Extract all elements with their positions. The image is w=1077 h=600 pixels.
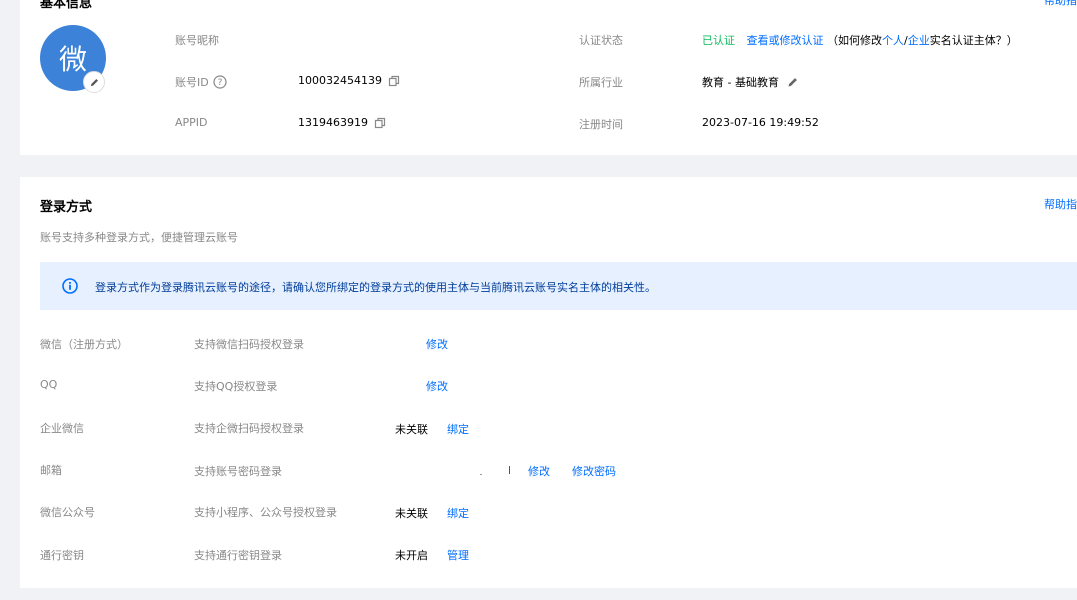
login-methods-card: 登录方式 帮助指 账号支持多种登录方式，便捷管理云账号 登录方式作为登录腾讯云账… <box>20 177 1077 588</box>
login-method-name: QQ <box>40 378 58 391</box>
login-method-name: 企业微信 <box>40 422 84 435</box>
auth-status-row: 已认证 查看或修改认证 （如何修改个人/企业实名认证主体？） <box>702 32 1018 48</box>
help-link[interactable]: 帮助指 <box>1044 0 1077 8</box>
info-notice: 登录方式作为登录腾讯云账号的途径，请确认您所绑定的登录方式的使用主体与当前腾讯云… <box>40 262 1077 310</box>
svg-text:?: ? <box>217 78 222 88</box>
pencil-icon[interactable] <box>787 76 799 88</box>
auth-status-label: 认证状态 <box>579 34 623 47</box>
masked-email-bar <box>509 466 510 474</box>
modify-button[interactable]: 修改 <box>528 463 550 479</box>
login-method-name: 通行密钥 <box>40 549 84 562</box>
industry-row: 教育 - 基础教育 <box>702 74 799 90</box>
login-method-desc: 支持通行密钥登录 <box>194 549 282 562</box>
view-modify-auth-link[interactable]: 查看或修改认证 <box>747 34 824 47</box>
appid-label: APPID <box>175 116 208 129</box>
section-title-basic-info: 基本信息 <box>40 0 93 11</box>
help-link[interactable]: 帮助指 <box>1044 196 1077 212</box>
pencil-icon <box>90 78 98 86</box>
modify-password-button[interactable]: 修改密码 <box>572 463 616 479</box>
info-icon <box>62 278 78 294</box>
login-method-desc: 支持小程序、公众号授权登录 <box>194 506 337 519</box>
login-method-desc: 支持企微扫码授权登录 <box>194 422 304 435</box>
avatar-char: 微 <box>58 43 87 76</box>
basic-info-card: 基本信息 帮助指 微 账号昵称 账号ID ? 100032454139 APPI… <box>20 0 1077 155</box>
edit-avatar-button[interactable] <box>83 71 105 93</box>
reg-time-label: 注册时间 <box>579 118 623 131</box>
industry-label: 所属行业 <box>579 76 623 89</box>
nickname-label: 账号昵称 <box>175 34 219 47</box>
login-method-desc: 支持账号密码登录 <box>194 465 282 478</box>
manage-button[interactable]: 管理 <box>447 547 469 563</box>
bind-button[interactable]: 绑定 <box>447 421 469 437</box>
login-subtitle: 账号支持多种登录方式，便捷管理云账号 <box>40 231 238 244</box>
industry-value: 教育 - 基础教育 <box>702 76 779 89</box>
status-text: 未关联 <box>395 423 428 436</box>
appid-value: 1319463919 <box>298 116 368 129</box>
modify-button[interactable]: 修改 <box>426 378 448 394</box>
auth-hint-open: （如何修改 <box>827 34 882 47</box>
modify-button[interactable]: 修改 <box>426 336 448 352</box>
status-text: 未关联 <box>395 507 428 520</box>
login-method-name: 微信（注册方式） <box>40 338 128 351</box>
account-id-label-row: 账号ID ? <box>175 74 227 90</box>
account-id-row: 100032454139 <box>298 74 400 87</box>
masked-email-dot <box>480 474 482 475</box>
help-question-icon[interactable]: ? <box>213 75 227 89</box>
login-method-name: 邮箱 <box>40 464 62 477</box>
auth-hint-close: 实名认证主体？） <box>929 34 1018 47</box>
login-method-name: 微信公众号 <box>40 506 95 519</box>
auth-status-badge: 已认证 <box>702 34 735 47</box>
notice-text: 登录方式作为登录腾讯云账号的途径，请确认您所绑定的登录方式的使用主体与当前腾讯云… <box>95 281 656 294</box>
enterprise-link[interactable]: 企业 <box>908 34 930 47</box>
account-id-value: 100032454139 <box>298 74 382 87</box>
bind-button[interactable]: 绑定 <box>447 505 469 521</box>
login-method-desc: 支持QQ授权登录 <box>194 380 278 393</box>
status-text: 未开启 <box>395 549 428 562</box>
copy-icon[interactable] <box>388 75 400 87</box>
appid-row: 1319463919 <box>298 116 386 129</box>
account-id-label: 账号ID <box>175 76 209 89</box>
section-title-login-methods: 登录方式 <box>40 200 93 215</box>
copy-icon[interactable] <box>374 117 386 129</box>
login-method-desc: 支持微信扫码授权登录 <box>194 338 304 351</box>
reg-time-value: 2023-07-16 19:49:52 <box>702 116 819 129</box>
personal-link[interactable]: 个人 <box>882 34 904 47</box>
